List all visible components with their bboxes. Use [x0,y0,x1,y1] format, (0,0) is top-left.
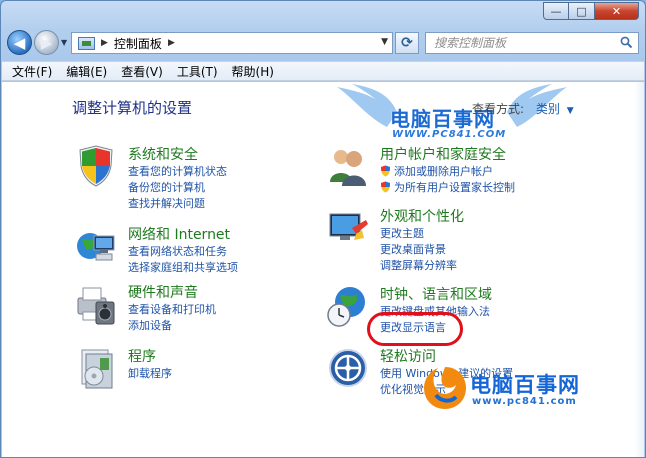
menu-bar: 文件(F) 编辑(E) 查看(V) 工具(T) 帮助(H) [2,61,644,81]
category-title[interactable]: 网络和 Internet [128,224,230,244]
link-add-device[interactable]: 添加设备 [128,318,216,334]
content-edge [634,82,644,457]
refresh-button[interactable]: ⟳ [395,32,419,54]
uac-shield-icon [381,181,390,193]
brand-logo-icon [424,367,466,409]
address-bar[interactable]: ▶ 控制面板 ▶ ▼ [71,32,393,54]
menu-edit[interactable]: 编辑(E) [66,63,107,80]
category-title[interactable]: 轻松访问 [380,346,436,366]
control-panel-icon [78,36,95,50]
refresh-icon: ⟳ [401,35,413,51]
link-troubleshoot[interactable]: 查找并解决问题 [128,196,227,212]
watermark-url: WWW.PC841.COM [392,129,507,140]
link-text[interactable]: 为所有用户设置家长控制 [394,181,515,194]
breadcrumb-chevron-icon[interactable]: ▶ [168,38,175,48]
category-title[interactable]: 时钟、语言和区域 [380,284,492,304]
shield-icon[interactable] [74,144,118,188]
globe-clock-icon[interactable] [326,284,370,328]
arrow-right-icon: ▶ [40,33,53,52]
address-dropdown-icon[interactable]: ▼ [381,37,388,47]
watermark-url-bottom: www.pc841.com [472,396,577,407]
link-network-status[interactable]: 查看网络状态和任务 [128,244,238,260]
navigation-bar: ◀ ▶ ▼ ▶ 控制面板 ▶ ▼ ⟳ [7,29,639,57]
menu-view[interactable]: 查看(V) [121,63,163,80]
category-title[interactable]: 用户帐户和家庭安全 [380,144,506,164]
view-by: 查看方式: 类别 ▼ [472,100,574,117]
menu-tools[interactable]: 工具(T) [177,63,218,80]
breadcrumb-control-panel[interactable]: 控制面板 [114,35,162,52]
printer-icon[interactable] [74,282,118,326]
network-globe-icon[interactable] [74,224,118,268]
arrow-left-icon: ◀ [13,33,26,52]
link-devices-printers[interactable]: 查看设备和打印机 [128,302,216,318]
highlight-ring [367,312,463,346]
maximize-button[interactable]: □ [569,2,595,20]
link-homegroup-sharing[interactable]: 选择家庭组和共享选项 [128,260,238,276]
search-box[interactable] [425,32,639,54]
category-title[interactable]: 系统和安全 [128,144,198,164]
control-panel-window: — □ ✕ ◀ ▶ ▼ ▶ 控制面板 ▶ ▼ ⟳ 文件(F [0,0,646,458]
chevron-down-icon[interactable]: ▼ [567,106,574,116]
back-button[interactable]: ◀ [7,30,32,55]
forward-button[interactable]: ▶ [34,30,59,55]
view-by-label: 查看方式: [472,102,525,116]
category-links: 更改主题 更改桌面背景 调整屏幕分辨率 [380,226,457,274]
menu-help[interactable]: 帮助(H) [232,63,274,80]
link-view-computer-status[interactable]: 查看您的计算机状态 [128,164,227,180]
category-links: 查看网络状态和任务 选择家庭组和共享选项 [128,244,238,276]
minimize-button[interactable]: — [543,2,569,20]
close-button[interactable]: ✕ [595,2,639,20]
ease-of-access-icon[interactable] [326,346,370,390]
link-parental-controls[interactable]: 为所有用户设置家长控制 [380,180,515,196]
category-title[interactable]: 硬件和声音 [128,282,198,302]
page-title: 调整计算机的设置 [72,99,193,117]
category-links: 查看设备和打印机 添加设备 [128,302,216,334]
category-links: 添加或删除用户帐户 为所有用户设置家长控制 [380,164,515,196]
category-links: 卸载程序 [128,366,172,382]
link-add-remove-users[interactable]: 添加或删除用户帐户 [380,164,515,180]
breadcrumb-chevron-icon[interactable]: ▶ [101,38,108,48]
appearance-monitor-icon[interactable] [326,206,370,250]
watermark-brand-bottom: 电脑百事网 [470,373,580,397]
link-uninstall-program[interactable]: 卸载程序 [128,366,172,382]
users-icon[interactable] [326,144,370,188]
menu-file[interactable]: 文件(F) [12,63,52,80]
link-change-theme[interactable]: 更改主题 [380,226,457,242]
category-title[interactable]: 程序 [128,346,156,366]
content-pane: 电脑百事网 WWW.PC841.COM 调整计算机的设置 查看方式: 类别 ▼ … [2,82,644,457]
uac-shield-icon [381,165,390,177]
view-by-dropdown[interactable]: 类别 [536,102,560,116]
search-input[interactable] [426,33,616,53]
link-text[interactable]: 添加或删除用户帐户 [394,165,493,178]
recent-pages-dropdown[interactable]: ▼ [61,38,67,47]
link-desktop-background[interactable]: 更改桌面背景 [380,242,457,258]
programs-icon[interactable] [74,346,118,390]
link-backup-computer[interactable]: 备份您的计算机 [128,180,227,196]
window-controls: — □ ✕ [543,2,639,20]
search-icon[interactable] [620,36,633,49]
category-links: 查看您的计算机状态 备份您的计算机 查找并解决问题 [128,164,227,212]
link-screen-resolution[interactable]: 调整屏幕分辨率 [380,258,457,274]
category-title[interactable]: 外观和个性化 [380,206,464,226]
